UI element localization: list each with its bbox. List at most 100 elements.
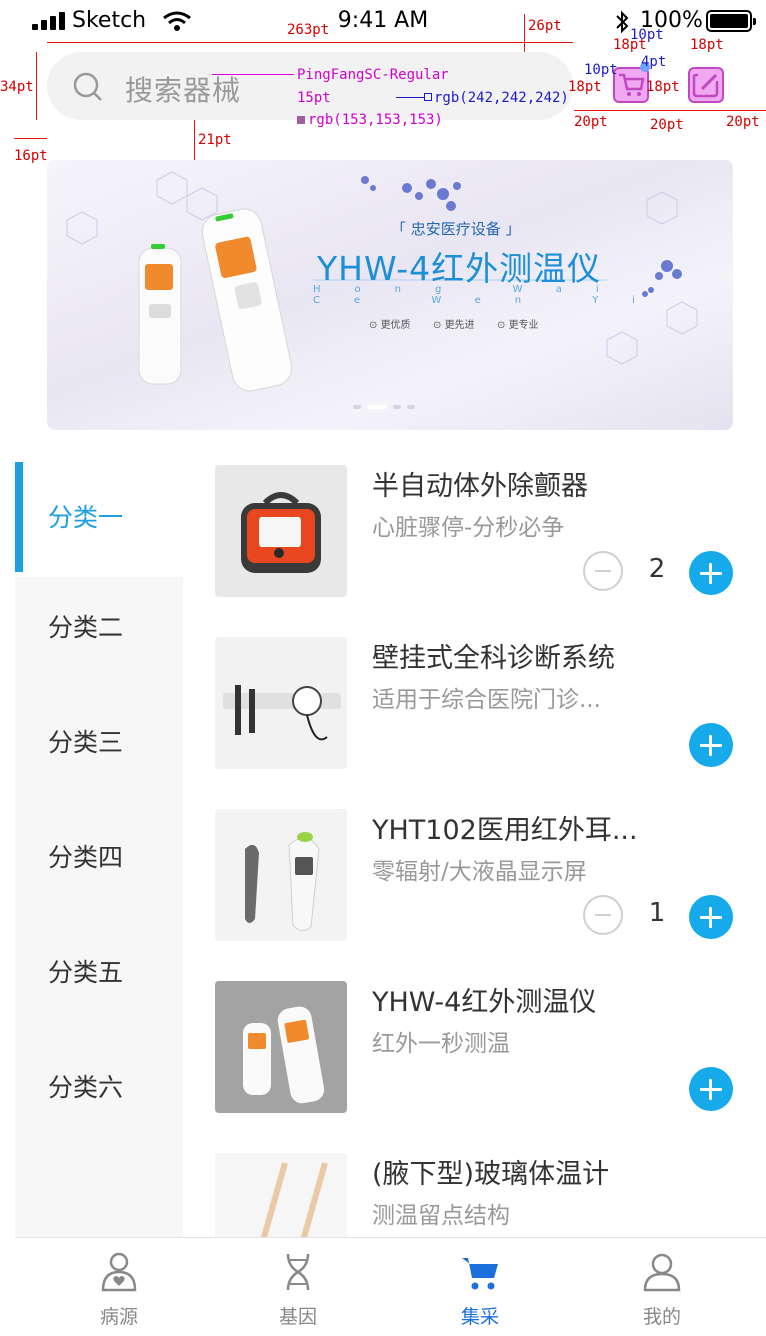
tab-bingyuan[interactable]: 病源 bbox=[44, 1238, 194, 1336]
promo-banner[interactable]: 「 忠安医疗设备 」 YHW-4红外测温仪 Hong Wai Ce Wen Yi… bbox=[47, 160, 733, 430]
banner-feature: ⊙ 更先进 bbox=[433, 320, 475, 331]
measure-line bbox=[47, 42, 573, 43]
tab-wode[interactable]: 我的 bbox=[587, 1238, 737, 1336]
bottom-tab-bar: 病源 基因 集采 我的 bbox=[15, 1237, 766, 1336]
color-annotation: rgb(153,153,153) bbox=[308, 112, 443, 128]
measure-line bbox=[212, 74, 294, 75]
tab-jicai[interactable]: 集采 bbox=[405, 1238, 555, 1336]
quantity-value: 2 bbox=[648, 554, 666, 584]
tab-label: 基因 bbox=[278, 1306, 317, 1328]
bluetooth-icon bbox=[616, 10, 629, 34]
product-item[interactable]: 壁挂式全科诊断系统 适用于综合医院门诊... bbox=[215, 634, 735, 806]
banner-title: YHW-4红外测温仪 bbox=[317, 249, 602, 288]
measure-label: 20pt bbox=[726, 114, 760, 130]
measure-label: 20pt bbox=[650, 117, 684, 133]
search-icon bbox=[73, 72, 102, 101]
active-indicator bbox=[15, 462, 23, 572]
cart-icon bbox=[462, 1258, 498, 1290]
category-item[interactable]: 分类六 bbox=[15, 1032, 183, 1147]
cart-button[interactable] bbox=[613, 67, 649, 103]
category-label: 分类三 bbox=[48, 728, 124, 757]
category-sidebar: 分类一 分类二 分类三 分类四 分类五 分类六 bbox=[15, 462, 183, 1237]
person-heart-icon bbox=[101, 1252, 137, 1292]
edit-icon bbox=[692, 73, 719, 98]
measure-label: 20pt bbox=[574, 114, 608, 130]
ear-thermometer-image bbox=[215, 809, 347, 941]
banner-feature: ⊙ 更专业 bbox=[497, 320, 539, 331]
category-label: 分类六 bbox=[48, 1073, 124, 1102]
color-swatch bbox=[424, 93, 432, 101]
measure-line bbox=[574, 110, 766, 111]
tab-jiyin[interactable]: 基因 bbox=[223, 1238, 373, 1336]
banner-pagination[interactable] bbox=[353, 394, 421, 413]
font-annotation: 15pt bbox=[297, 90, 331, 106]
product-desc: 测温留点结构 bbox=[372, 1203, 510, 1229]
dna-icon bbox=[286, 1253, 310, 1291]
measure-label: 10pt bbox=[584, 62, 618, 78]
battery-icon bbox=[706, 10, 756, 32]
defibrillator-image bbox=[215, 465, 347, 597]
product-desc: 适用于综合医院门诊... bbox=[372, 687, 601, 713]
measure-label: 16pt bbox=[14, 148, 48, 164]
user-icon bbox=[643, 1253, 681, 1292]
product-name: (腋下型)玻璃体温计 bbox=[372, 1159, 610, 1190]
measure-line bbox=[194, 120, 195, 160]
banner-feature: ⊙ 更优质 bbox=[369, 320, 411, 331]
infrared-thermometer-image bbox=[215, 981, 347, 1113]
measure-label: 263pt bbox=[287, 22, 330, 38]
product-desc: 心脏骤停-分秒必争 bbox=[372, 515, 565, 541]
search-placeholder: 搜索器械 bbox=[125, 74, 242, 107]
measure-label: 21pt bbox=[198, 132, 232, 148]
measure-line bbox=[36, 52, 37, 120]
measure-line bbox=[14, 138, 47, 139]
category-label: 分类五 bbox=[48, 958, 124, 987]
measure-line bbox=[524, 14, 525, 52]
product-desc: 红外一秒测温 bbox=[372, 1031, 510, 1057]
color-annotation: rgb(242,242,242) bbox=[434, 90, 569, 106]
measure-label: 18pt bbox=[568, 79, 602, 95]
tab-label: 我的 bbox=[642, 1306, 681, 1328]
banner-subtitle: 「 忠安医疗设备 」 bbox=[391, 220, 521, 238]
measure-label: 18pt bbox=[646, 79, 680, 95]
measure-label: 10pt bbox=[630, 27, 664, 43]
product-name: 半自动体外除颤器 bbox=[372, 471, 588, 502]
decrease-button[interactable] bbox=[583, 895, 623, 935]
measure-line bbox=[396, 97, 424, 98]
category-item[interactable]: 分类四 bbox=[15, 802, 183, 917]
add-button[interactable] bbox=[689, 1067, 733, 1111]
category-label: 分类一 bbox=[48, 503, 124, 532]
edit-button[interactable] bbox=[688, 67, 724, 103]
add-button[interactable] bbox=[689, 895, 733, 939]
add-button[interactable] bbox=[689, 723, 733, 767]
category-item[interactable]: 分类二 bbox=[15, 572, 183, 687]
measure-label: 26pt bbox=[528, 18, 562, 34]
banner-pinyin: Hong Wai Ce Wen Yi bbox=[313, 284, 669, 306]
search-bar[interactable]: 搜索器械 bbox=[47, 52, 573, 120]
quantity-value: 1 bbox=[648, 898, 666, 928]
product-item[interactable]: YHW-4红外测温仪 红外一秒测温 bbox=[215, 978, 735, 1150]
diagnostic-system-image bbox=[215, 637, 347, 769]
product-item[interactable]: YHT102医用红外耳... 零辐射/大液晶显示屏 1 bbox=[215, 806, 735, 978]
category-item[interactable]: 分类三 bbox=[15, 687, 183, 802]
product-item[interactable]: 半自动体外除颤器 心脏骤停-分秒必争 2 bbox=[215, 462, 735, 634]
measure-label: 18pt bbox=[690, 37, 724, 53]
product-item[interactable]: (腋下型)玻璃体温计 测温留点结构 bbox=[215, 1150, 735, 1237]
decrease-button[interactable] bbox=[583, 551, 623, 591]
category-item[interactable]: 分类一 bbox=[15, 462, 183, 577]
color-swatch bbox=[297, 116, 305, 124]
category-label: 分类二 bbox=[48, 613, 124, 642]
measure-label: 4pt bbox=[641, 54, 667, 70]
glass-thermometer-image bbox=[215, 1153, 347, 1237]
product-name: YHT102医用红外耳... bbox=[372, 815, 638, 846]
product-name: 壁挂式全科诊断系统 bbox=[372, 643, 615, 674]
category-label: 分类四 bbox=[48, 843, 124, 872]
tab-label: 病源 bbox=[99, 1306, 138, 1328]
product-name: YHW-4红外测温仪 bbox=[372, 987, 597, 1018]
add-button[interactable] bbox=[689, 551, 733, 595]
font-annotation: PingFangSC-Regular bbox=[297, 67, 449, 83]
tab-label: 集采 bbox=[460, 1306, 499, 1328]
measure-label: 34pt bbox=[0, 79, 34, 95]
product-desc: 零辐射/大液晶显示屏 bbox=[372, 859, 587, 885]
cart-icon bbox=[619, 73, 645, 96]
category-item[interactable]: 分类五 bbox=[15, 917, 183, 1032]
